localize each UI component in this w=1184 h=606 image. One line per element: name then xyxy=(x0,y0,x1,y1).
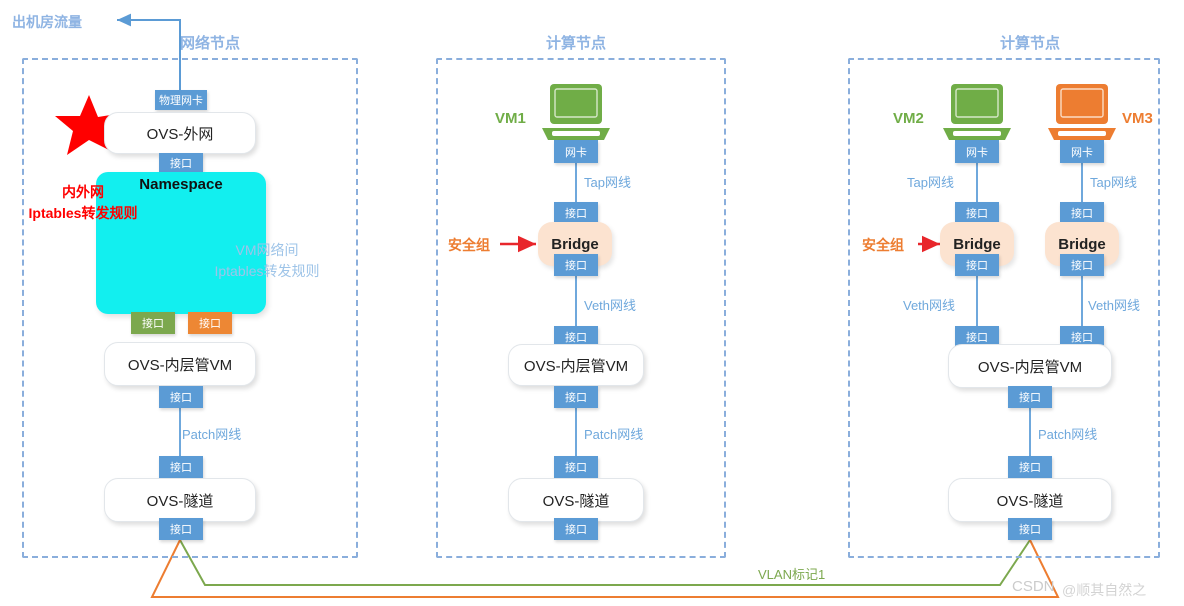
vm3-tap-wire-label: Tap网线 xyxy=(1090,175,1137,190)
ovs-external-box[interactable]: OVS-外网 xyxy=(104,112,256,154)
compute-node-2-port-bridge-vm2-bottom[interactable]: 接口 xyxy=(955,254,999,276)
compute-node-2-patch-wire-label: Patch网线 xyxy=(1038,427,1098,442)
vm1-tap-wire-label: Tap网线 xyxy=(584,175,631,190)
watermark-author: @顺其自然之 xyxy=(1062,582,1147,598)
compute-node-2-ovs-tunnel-box[interactable]: OVS-隧道 xyxy=(948,478,1112,522)
iptables-vm-note: VM网络间 Iptables转发规则 xyxy=(192,240,342,282)
compute-node-1-port-bridge-top[interactable]: 接口 xyxy=(554,202,598,224)
compute-node-1-ovs-tunnel-box[interactable]: OVS-隧道 xyxy=(508,478,644,522)
outbound-traffic-label: 出机房流量 xyxy=(12,14,82,30)
compute-node-1-port-internal-bottom[interactable]: 接口 xyxy=(554,386,598,408)
network-node-physical-nic-chip[interactable]: 物理网卡 xyxy=(155,90,207,110)
compute-node-2-port-bridge-vm3-top[interactable]: 接口 xyxy=(1060,202,1104,224)
compute-node-2-title: 计算节点 xyxy=(999,35,1060,52)
compute-node-1-patch-wire-label: Patch网线 xyxy=(584,427,644,442)
namespace-port-green[interactable]: 接口 xyxy=(131,312,175,334)
iptables-external-note: 内外网 Iptables转发规则 xyxy=(18,182,148,224)
compute-node-2-port-bridge-vm2-top[interactable]: 接口 xyxy=(955,202,999,224)
vm3-laptop-icon xyxy=(1048,84,1116,140)
vm2-nic-chip[interactable]: 网卡 xyxy=(955,140,999,163)
compute-node-1-veth-wire-label: Veth网线 xyxy=(584,298,637,313)
compute-node-1-port-bridge-bottom[interactable]: 接口 xyxy=(554,254,598,276)
compute-node-1-security-group-label: 安全组 xyxy=(448,237,490,253)
namespace-port-orange[interactable]: 接口 xyxy=(188,312,232,334)
compute-node-1-port-tunnel-bottom[interactable]: 接口 xyxy=(554,518,598,540)
compute-node-1-port-tunnel-top[interactable]: 接口 xyxy=(554,456,598,478)
compute-node-2-port-tunnel-top[interactable]: 接口 xyxy=(1008,456,1052,478)
compute-node-2-veth-wire-vm2-label: Veth网线 xyxy=(903,298,956,313)
vm2-label: VM2 xyxy=(893,110,924,127)
vlan-tag-label: VLAN标记1 xyxy=(758,567,826,582)
vm2-laptop-icon xyxy=(943,84,1011,140)
compute-node-2-port-bridge-vm3-bottom[interactable]: 接口 xyxy=(1060,254,1104,276)
vm3-nic-chip[interactable]: 网卡 xyxy=(1060,140,1104,163)
vm1-laptop-icon xyxy=(542,84,610,140)
compute-node-2-veth-wire-vm3-label: Veth网线 xyxy=(1088,298,1141,313)
compute-node-2-port-tunnel-bottom[interactable]: 接口 xyxy=(1008,518,1052,540)
compute-node-2-security-group-label: 安全组 xyxy=(862,237,904,253)
watermark-csdn: CSDN xyxy=(1012,578,1055,595)
network-node-ovs-internal-box[interactable]: OVS-内层管VM xyxy=(104,342,256,386)
network-node-patch-wire-label: Patch网线 xyxy=(182,427,242,442)
vm1-nic-chip[interactable]: 网卡 xyxy=(554,140,598,163)
iptables-vm-note-line1: VM网络间 xyxy=(235,242,299,258)
network-node-ovs-tunnel-box[interactable]: OVS-隧道 xyxy=(104,478,256,522)
vm1-label: VM1 xyxy=(495,110,526,127)
compute-node-2-ovs-internal-box[interactable]: OVS-内层管VM xyxy=(948,344,1112,388)
compute-node-1-title: 计算节点 xyxy=(545,35,606,52)
vm2-tap-wire-label: Tap网线 xyxy=(907,175,954,190)
network-node-port-internal-bottom[interactable]: 接口 xyxy=(159,386,203,408)
iptables-vm-note-line2: Iptables转发规则 xyxy=(214,263,320,279)
network-node-port-to-namespace[interactable]: 接口 xyxy=(159,153,203,173)
network-node-title: 网络节点 xyxy=(179,35,240,52)
compute-node-2-port-internal-bottom[interactable]: 接口 xyxy=(1008,386,1052,408)
vm3-label: VM3 xyxy=(1122,110,1153,127)
network-node-port-tunnel-bottom[interactable]: 接口 xyxy=(159,518,203,540)
network-node-port-tunnel-top[interactable]: 接口 xyxy=(159,456,203,478)
iptables-external-note-line1: 内外网 xyxy=(62,184,104,200)
iptables-external-note-line2: Iptables转发规则 xyxy=(28,205,138,221)
diagram-canvas: 出机房流量 网络节点 物理网卡 OVS-外网 接口 Namespace 内外网 … xyxy=(0,0,1184,606)
compute-node-1-ovs-internal-box[interactable]: OVS-内层管VM xyxy=(508,344,644,386)
